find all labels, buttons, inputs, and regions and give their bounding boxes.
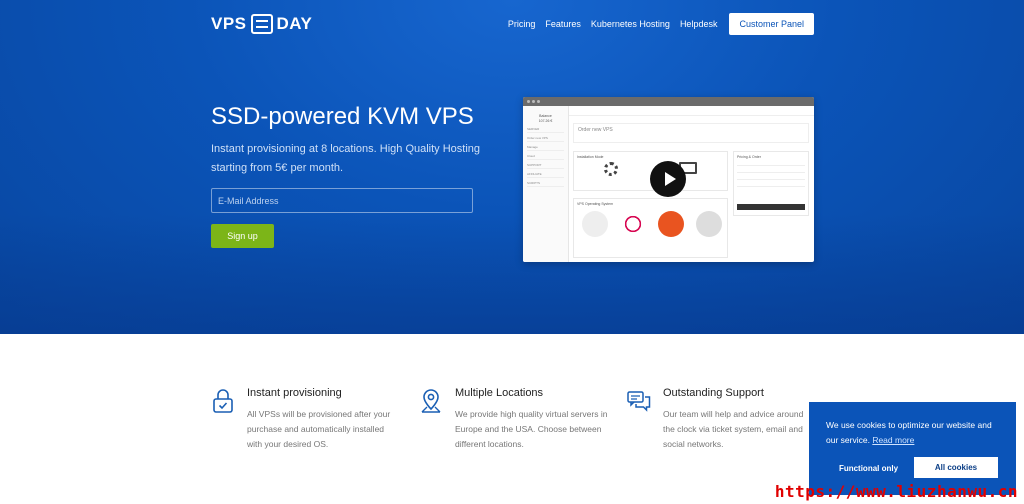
- feature-text: All VPSs will be provisioned after your …: [247, 409, 391, 449]
- preview-page-title: Order new VPS: [578, 127, 613, 133]
- video-preview[interactable]: Balance 107.26 € SERVER Order new VPS Ma…: [523, 97, 814, 262]
- nav-kubernetes-hosting[interactable]: Kubernetes Hosting: [591, 19, 670, 29]
- signup-button[interactable]: Sign up: [211, 224, 274, 248]
- preview-sidebar-row: Manage: [527, 145, 564, 151]
- preview-sidebar-row: SERVER: [527, 127, 564, 133]
- preview-page-header: Order new VPS: [573, 123, 809, 143]
- preview-installation-title: Installation Mode: [577, 155, 604, 159]
- play-icon: [664, 172, 676, 186]
- lock-icon: [213, 389, 233, 413]
- main-nav: Pricing Features Kubernetes Hosting Help…: [498, 13, 814, 35]
- nav-features[interactable]: Features: [545, 19, 581, 29]
- all-cookies-button[interactable]: All cookies: [914, 457, 998, 478]
- preview-pricing-title: Pricing & Order: [737, 155, 761, 159]
- gears-icon: [604, 162, 618, 176]
- windows-icon: [696, 211, 722, 237]
- preview-sidebar-row: Order new VPS: [527, 136, 564, 142]
- chat-bubbles-icon: [627, 391, 651, 412]
- feature-text: Our team will help and advice around the…: [663, 409, 804, 449]
- site-logo[interactable]: VPS DAY: [211, 14, 312, 34]
- preview-sidebar-row: SUPPORT: [527, 163, 564, 169]
- preview-sidebar-row: AFFILIATE: [527, 172, 564, 178]
- debian-icon: [620, 211, 646, 237]
- customer-panel-button[interactable]: Customer Panel: [729, 13, 814, 35]
- hero-section: [0, 0, 1024, 334]
- nav-pricing[interactable]: Pricing: [508, 19, 536, 29]
- read-more-link[interactable]: Read more: [872, 435, 914, 445]
- feature-title: Multiple Locations: [455, 387, 544, 399]
- nav-helpdesk[interactable]: Helpdesk: [680, 19, 718, 29]
- email-input[interactable]: [211, 188, 473, 213]
- functional-only-button[interactable]: Functional only: [826, 458, 911, 478]
- generic-os-icon: [582, 211, 608, 237]
- preview-pricing-card: Pricing & Order: [733, 151, 809, 216]
- feature-text: We provide high quality virtual servers …: [455, 409, 608, 449]
- server-icon: [250, 14, 273, 34]
- hero-title: SSD-powered KVM VPS: [211, 103, 474, 130]
- preview-sidebar-row: SCRIPTS: [527, 181, 564, 187]
- watermark-text: https://www.liuzhanwu.cn: [774, 482, 1018, 501]
- preview-titlebar: [523, 97, 814, 106]
- preview-os-title: VPS Operating System: [577, 202, 613, 206]
- logo-text-right: DAY: [276, 14, 313, 33]
- play-button[interactable]: [650, 161, 686, 197]
- hero-subtitle: Instant provisioning at 8 locations. Hig…: [211, 143, 481, 174]
- ubuntu-icon: [658, 211, 684, 237]
- preview-topbar: [569, 106, 814, 116]
- feature-title: Instant provisioning: [247, 387, 342, 399]
- logo-text-left: VPS: [211, 14, 247, 33]
- preview-order-button: [737, 204, 805, 210]
- feature-title: Outstanding Support: [663, 387, 764, 399]
- map-pin-icon: [421, 389, 441, 413]
- preview-sidebar: Balance 107.26 € SERVER Order new VPS Ma…: [523, 106, 569, 262]
- preview-sidebar-row: Cloud: [527, 154, 564, 160]
- preview-balance-value: 107.26 €: [538, 119, 553, 123]
- preview-os-card: VPS Operating System: [573, 198, 728, 258]
